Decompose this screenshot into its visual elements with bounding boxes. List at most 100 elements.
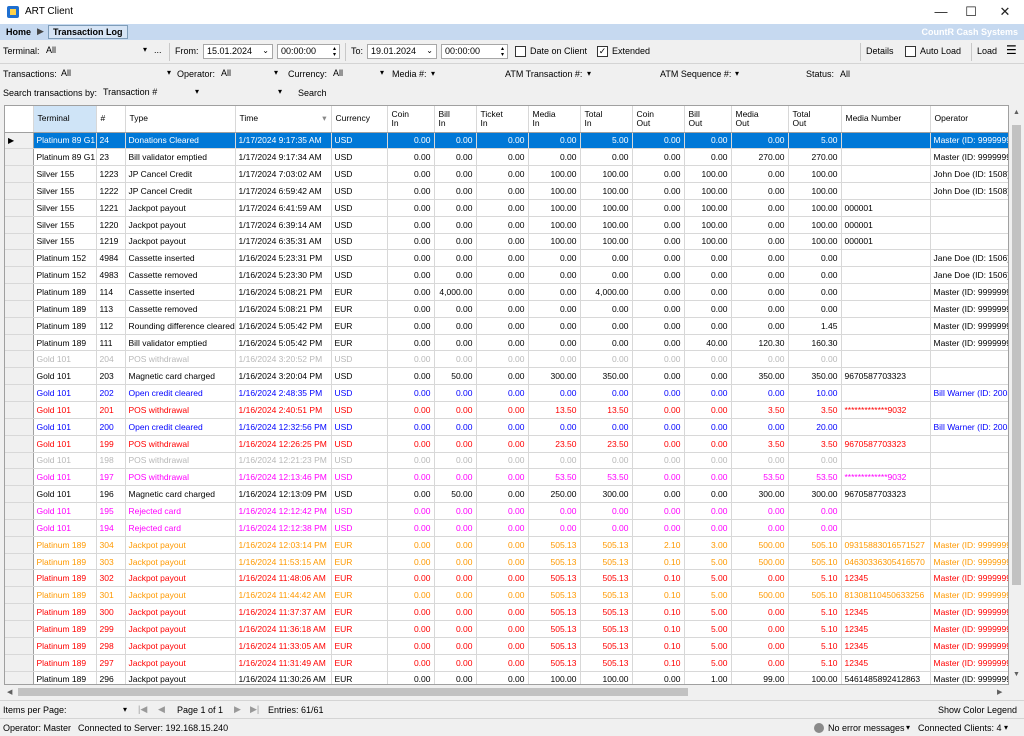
breadcrumb-home[interactable]: Home <box>6 27 31 37</box>
row-indicator[interactable] <box>5 502 34 520</box>
table-row[interactable]: Platinum 152 4983 Cassette removed 1/16/202… <box>5 266 1008 285</box>
hamburger-menu-icon[interactable]: ☰ <box>1006 43 1017 57</box>
row-indicator[interactable] <box>5 468 34 487</box>
scroll-up-icon[interactable]: ▲ <box>1013 109 1020 116</box>
table-row[interactable]: Platinum 189 297 Jackpot payout 1/16/2024 1… <box>5 654 1008 672</box>
table-row[interactable]: Silver 155 1221 Jackpot payout 1/17/2024 6:… <box>5 199 1008 217</box>
column-header-time[interactable]: Time ▾ <box>235 106 332 133</box>
transactions-select[interactable]: All ▾ <box>58 67 174 82</box>
table-row[interactable]: Platinum 189 300 Jackpot payout 1/16/2024 1… <box>5 603 1008 621</box>
from-date-picker[interactable]: 15.01.2024 ⌄ <box>203 44 273 59</box>
status-select[interactable]: All <box>840 69 850 79</box>
search-button[interactable]: Search <box>298 88 327 98</box>
vertical-scroll-thumb[interactable] <box>1012 125 1021 585</box>
maximize-button[interactable]: ☐ <box>954 0 988 24</box>
scroll-right-icon[interactable]: ▶ <box>997 688 1002 696</box>
table-row[interactable]: Gold 101 197 POS withdrawal 1/16/2024 12:13… <box>5 468 1008 487</box>
table-row[interactable]: Gold 101 198 POS withdrawal 1/16/2024 12:21… <box>5 452 1008 470</box>
breadcrumb-current[interactable]: Transaction Log <box>48 25 128 39</box>
extended-checkbox[interactable]: ✓ <box>597 46 608 57</box>
error-dropdown-icon[interactable]: ▾ <box>906 723 910 732</box>
row-indicator[interactable] <box>5 569 34 588</box>
error-messages[interactable]: No error messages <box>828 723 905 733</box>
row-indicator[interactable] <box>5 586 34 605</box>
column-header-type[interactable]: Type <box>125 106 236 133</box>
row-indicator[interactable] <box>5 401 34 419</box>
row-indicator[interactable] <box>5 637 34 655</box>
close-button[interactable]: ✕ <box>988 0 1022 24</box>
table-row[interactable]: Silver 155 1222 JP Cancel Credit 1/17/2024 … <box>5 182 1008 200</box>
column-header-ticket-in[interactable]: Ticket In <box>476 106 529 133</box>
table-row[interactable]: Gold 101 202 Open credit cleared 1/16/2024 … <box>5 384 1008 402</box>
column-header-bill-in[interactable]: Bill In <box>434 106 477 133</box>
table-row[interactable]: Silver 155 1219 Jackpot payout 1/17/2024 6:… <box>5 233 1008 251</box>
row-indicator[interactable] <box>5 249 34 268</box>
terminal-select[interactable]: All ▾ <box>43 44 150 59</box>
table-row[interactable]: Platinum 189 112 Rounding difference clear… <box>5 317 1008 335</box>
transaction-grid[interactable]: Terminal # Type Time ▾ Currency Coin In Bill In… <box>4 105 1009 685</box>
column-header-media-in[interactable]: Media In <box>528 106 581 133</box>
table-row[interactable]: Silver 155 1223 JP Cancel Credit 1/17/2024 … <box>5 165 1008 184</box>
media-number-dropdown-icon[interactable]: ▾ <box>431 69 435 78</box>
column-header-total-in[interactable]: Total In <box>580 106 633 133</box>
table-row[interactable]: Gold 101 194 Rejected card 1/16/2024 12:12:… <box>5 519 1008 537</box>
row-indicator[interactable] <box>5 182 34 200</box>
row-indicator[interactable] <box>5 350 34 369</box>
row-indicator[interactable] <box>5 418 34 436</box>
column-header-media-out[interactable]: Media Out <box>731 106 789 133</box>
next-page-icon[interactable]: ▶ <box>234 704 241 715</box>
last-page-icon[interactable]: ▶| <box>250 704 259 715</box>
row-indicator[interactable] <box>5 536 34 554</box>
table-row[interactable]: Gold 101 195 Rejected card 1/16/2024 12:12:… <box>5 502 1008 520</box>
table-row[interactable]: Platinum 189 114 Cassette inserted 1/16/202… <box>5 283 1008 301</box>
items-per-page-dropdown-icon[interactable]: ▾ <box>123 705 127 714</box>
row-indicator[interactable] <box>5 199 34 217</box>
auto-load-checkbox[interactable] <box>905 46 916 57</box>
row-indicator[interactable] <box>5 148 34 167</box>
row-indicator[interactable] <box>5 216 34 234</box>
table-row[interactable]: Platinum 189 302 Jackpot payout 1/16/2024 1… <box>5 569 1008 588</box>
scroll-down-icon[interactable]: ▼ <box>1013 671 1020 678</box>
row-indicator[interactable] <box>5 300 34 318</box>
column-header-terminal[interactable]: Terminal <box>33 106 97 133</box>
search-input[interactable]: ▾ <box>205 86 285 101</box>
table-row[interactable]: Platinum 152 4984 Cassette inserted 1/16/20… <box>5 249 1008 268</box>
table-row[interactable]: Gold 101 203 Magnetic card charged 1/16/202… <box>5 367 1008 386</box>
table-row[interactable]: Gold 101 204 POS withdrawal 1/16/2024 3:20:… <box>5 350 1008 369</box>
row-indicator[interactable] <box>5 654 34 672</box>
column-header-operator[interactable]: Operator <box>930 106 1008 133</box>
row-indicator[interactable] <box>5 334 34 352</box>
column-header-currency[interactable]: Currency <box>331 106 388 133</box>
column-header-number[interactable]: # <box>96 106 126 133</box>
row-indicator[interactable] <box>5 435 34 453</box>
from-time-spinner[interactable]: 00:00:00 ▴ ▾ <box>277 44 340 59</box>
table-row[interactable]: Platinum 189 296 Jackpot payout 1/16/2024 1… <box>5 671 1008 684</box>
row-indicator[interactable] <box>5 553 34 571</box>
table-row[interactable]: Gold 101 200 Open credit cleared 1/16/2024 … <box>5 418 1008 436</box>
table-row[interactable]: Platinum 189 304 Jackpot payout 1/16/2024 1… <box>5 536 1008 554</box>
table-row[interactable]: Platinum 189 113 Cassette removed 1/16/2024… <box>5 300 1008 318</box>
prev-page-icon[interactable]: ◀ <box>158 704 165 715</box>
row-indicator[interactable] <box>5 452 34 470</box>
table-row[interactable]: Platinum 189 299 Jackpot payout 1/16/2024 1… <box>5 620 1008 638</box>
table-row[interactable]: ▶ Platinum 89 G1 24 Donations Cleared 1/17/2… <box>5 132 1008 150</box>
scroll-left-icon[interactable]: ◀ <box>7 688 12 696</box>
row-indicator[interactable] <box>5 671 34 684</box>
column-header-media-number[interactable]: Media Number <box>841 106 931 133</box>
table-row[interactable]: Platinum 189 111 Bill validator emptied 1/1… <box>5 334 1008 352</box>
terminal-more-button[interactable]: ... <box>154 45 162 55</box>
column-header-coin-in[interactable]: Coin In <box>387 106 435 133</box>
vertical-scrollbar[interactable]: ▲ ▼ <box>1009 105 1024 685</box>
column-header-total-out[interactable]: Total Out <box>788 106 842 133</box>
atm-transaction-dropdown-icon[interactable]: ▾ <box>587 69 591 78</box>
table-row[interactable]: Gold 101 196 Magnetic card charged 1/16/202… <box>5 485 1008 504</box>
column-header-coin-out[interactable]: Coin Out <box>632 106 685 133</box>
row-indicator[interactable] <box>5 519 34 537</box>
minimize-button[interactable]: — <box>924 0 958 24</box>
table-row[interactable]: Gold 101 201 POS withdrawal 1/16/2024 2:40:… <box>5 401 1008 419</box>
search-field-select[interactable]: Transaction # ▾ <box>100 86 202 101</box>
table-row[interactable]: Platinum 189 301 Jackpot payout 1/16/2024 1… <box>5 586 1008 605</box>
row-indicator[interactable] <box>5 233 34 251</box>
atm-sequence-dropdown-icon[interactable]: ▾ <box>735 69 739 78</box>
connected-clients[interactable]: Connected Clients: 4 <box>918 723 1002 733</box>
